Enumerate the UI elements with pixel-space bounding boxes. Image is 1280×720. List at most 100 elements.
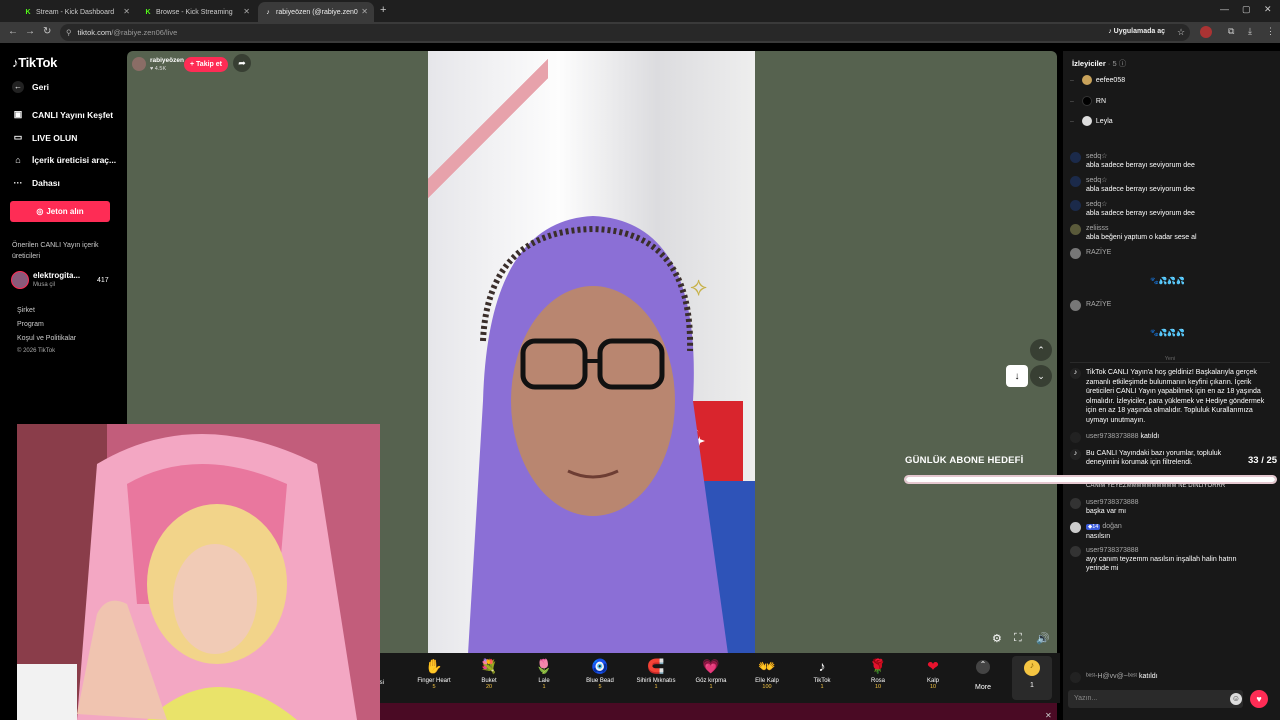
sidebar-item-more[interactable]: ··· Dahası (12, 178, 60, 188)
gift-item[interactable]: 💗 Göz kırpma 1 (686, 658, 736, 690)
host-likes: ♥ 4.5K (150, 66, 166, 72)
maximize-icon[interactable]: ▢ (1242, 4, 1251, 15)
chat-comment[interactable]: RAZİYE 🐾💦💦💦 (1070, 300, 1270, 346)
recommended-creator-name[interactable]: elektrogita... (33, 271, 80, 280)
close-icon[interactable]: ✕ (1045, 711, 1052, 720)
menu-kebab-icon[interactable]: ⋮ (1266, 26, 1275, 37)
back-link[interactable]: ← Geri (12, 81, 49, 93)
fullscreen-icon[interactable]: ⛶ (1014, 632, 1022, 645)
open-in-app-button[interactable]: ♪ Uygulamada aç (1108, 28, 1165, 35)
webcam-overlay (17, 424, 380, 720)
gift-item[interactable]: 🧿 Blue Bead 5 (575, 658, 625, 690)
comment-text: abla sadece berrayı seviyorum dee (1086, 186, 1195, 193)
emoji-icon[interactable]: ☺ (1230, 693, 1242, 705)
gift-item[interactable]: ♪ TikTok 1 (797, 658, 847, 690)
sidebar-item-creator-tools[interactable]: ⌂ İçerik üreticisi araç... (12, 155, 116, 165)
viewer-count: 417 (97, 277, 109, 284)
url-field[interactable]: ⚲ tiktok.com/@rabiye.zen06/live (60, 24, 1190, 41)
join-icon (1070, 672, 1081, 683)
reload-icon[interactable]: ↻ (43, 26, 51, 37)
chat-comment[interactable]: zeliisss abla beğeni yaptum o kadar sese … (1070, 224, 1270, 242)
share-icon[interactable]: ➦ (233, 54, 251, 72)
gift-price: 1 (709, 684, 713, 690)
minimize-icon[interactable]: — (1220, 4, 1229, 14)
more-gifts-button[interactable]: ⌃ More (968, 658, 998, 691)
volume-icon[interactable]: 🔊 (1036, 632, 1050, 645)
get-coins-button[interactable]: ◎ Jeton alın (10, 201, 110, 222)
avatar (1070, 546, 1081, 557)
gift-price: 1 (820, 684, 824, 690)
avatar (1070, 152, 1081, 163)
sidebar-item-explore-live[interactable]: ▣ CANLI Yayını Keşfet (12, 109, 113, 120)
close-icon[interactable]: ✕ (243, 7, 250, 16)
avatar[interactable] (11, 271, 29, 289)
tab-kick-dashboard[interactable]: K Stream - Kick Dashboard ✕ (18, 2, 136, 22)
settings-gear-icon[interactable]: ⚙ (992, 632, 1002, 645)
forward-icon[interactable]: → (25, 26, 35, 37)
footer-link-program[interactable]: Program (17, 321, 44, 328)
gift-item[interactable]: ✋ Finger Heart 5 (409, 658, 459, 690)
chat-comment[interactable]: sedq☆ abla sadece berrayı seviyorum dee (1070, 200, 1270, 218)
tab-kick-browse[interactable]: K Browse - Kick Streaming ✕ (138, 2, 256, 22)
new-tab-button[interactable]: + (380, 4, 386, 16)
comment-text: nasılsın (1086, 533, 1111, 540)
chat-comment[interactable]: user9738373888 başka var mı (1070, 498, 1270, 516)
open-in-app-label: Uygulamada aç (1113, 28, 1165, 35)
back-icon[interactable]: ← (8, 26, 18, 37)
tab-tiktok-live[interactable]: ♪ rabiyeözen (@rabiye.zen0 ✕ (258, 2, 374, 22)
chat-comment[interactable]: sedq☆ abla sadece berrayı seviyorum dee (1070, 176, 1270, 194)
chat-comment[interactable]: RAZİYE 🐾💦💦💦 (1070, 248, 1270, 294)
viewer-row[interactable]: – eefee058 (1070, 75, 1125, 85)
level-badge-value: 14 (1092, 524, 1099, 530)
chat-comment[interactable]: ◆14 doğan nasılsın (1070, 522, 1270, 541)
filter-notice: ♪ Bu CANLI Yayındaki bazı yorumlar, toplu… (1070, 449, 1270, 467)
tiktok-icon: ♪ (818, 658, 826, 674)
comment-user: RAZİYE (1086, 301, 1112, 308)
bookmark-star-icon[interactable]: ☆ (1177, 27, 1185, 38)
chat-comment[interactable]: user9738373888 ayy canım teyzemm nasılsın… (1070, 546, 1270, 573)
goal-progress-fill (906, 477, 1275, 482)
join-user[interactable]: user9738373888 (1086, 433, 1139, 440)
close-icon[interactable]: ✕ (361, 7, 368, 16)
comment-text: 🐾💦💦💦 (1150, 278, 1185, 285)
downloads-icon[interactable]: ⤓ (1248, 26, 1252, 37)
chat-input[interactable]: Yazın... (1068, 690, 1243, 708)
live-video[interactable]: ⟡ (428, 51, 755, 654)
gift-item[interactable]: 🌹 Rosa 10 (853, 658, 903, 690)
viewer-row[interactable]: – Leyla (1070, 116, 1113, 126)
sidebar-item-label: Dahası (32, 178, 60, 188)
bouquet-icon: 💐 (480, 658, 498, 674)
gift-item[interactable]: 🧲 Sihirli Mıknatıs 1 (631, 658, 681, 690)
gift-item[interactable]: ❤ Kalp 10 (908, 658, 958, 690)
close-window-icon[interactable]: ✕ (1264, 4, 1272, 15)
extensions-icon[interactable]: ⧉ (1228, 26, 1234, 37)
filter-notice-text: Bu CANLI Yayındaki bazı yorumlar, toplul… (1086, 450, 1222, 466)
viewer-row[interactable]: – RN (1070, 96, 1106, 106)
follow-button[interactable]: + Takip et (184, 57, 228, 72)
gift-item[interactable]: 👐 Elle Kalp 100 (742, 658, 792, 690)
butterfly-decor: ⟡ (690, 271, 708, 301)
chevron-down-icon[interactable]: ⌄ (1030, 365, 1052, 387)
sidebar-item-go-live[interactable]: ▭ LIVE OLUN (12, 132, 78, 143)
coin-balance[interactable]: ♪ 1 (1012, 656, 1052, 700)
gift-item[interactable]: 🌷 Lale 1 (519, 658, 569, 690)
footer-link-company[interactable]: Şirket (17, 307, 35, 314)
tiktok-logo[interactable]: ♪TikTok (12, 55, 57, 70)
heart-icon[interactable]: ♥ (1250, 690, 1268, 708)
comment-text: abla sadece berrayı seviyorum dee (1086, 162, 1195, 169)
info-icon[interactable]: ⓘ (1119, 59, 1127, 68)
more-gifts-label: More (975, 684, 991, 691)
chat-comment[interactable]: sedq☆ abla sadece berrayı seviyorum dee (1070, 152, 1270, 170)
avatar (1081, 75, 1092, 85)
host-name[interactable]: rabiyeözen (150, 57, 184, 64)
join-label: katıldı (1138, 673, 1158, 680)
avatar[interactable] (132, 57, 146, 71)
gift-item[interactable]: 💐 Buket 20 (464, 658, 514, 690)
footer-link-terms[interactable]: Koşul ve Politikalar (17, 335, 76, 342)
profile-avatar[interactable] (1200, 26, 1212, 38)
close-icon[interactable]: ✕ (123, 7, 130, 16)
chevron-up-icon[interactable]: ⌃ (1030, 339, 1052, 361)
arrow-down-icon[interactable]: ↓ (1006, 365, 1028, 387)
site-info-icon[interactable]: ⚲ (66, 28, 72, 37)
join-user[interactable]: ᵇᵉˢᵗ-H@vv@~ᵇᵉˢᵗ (1086, 673, 1137, 680)
